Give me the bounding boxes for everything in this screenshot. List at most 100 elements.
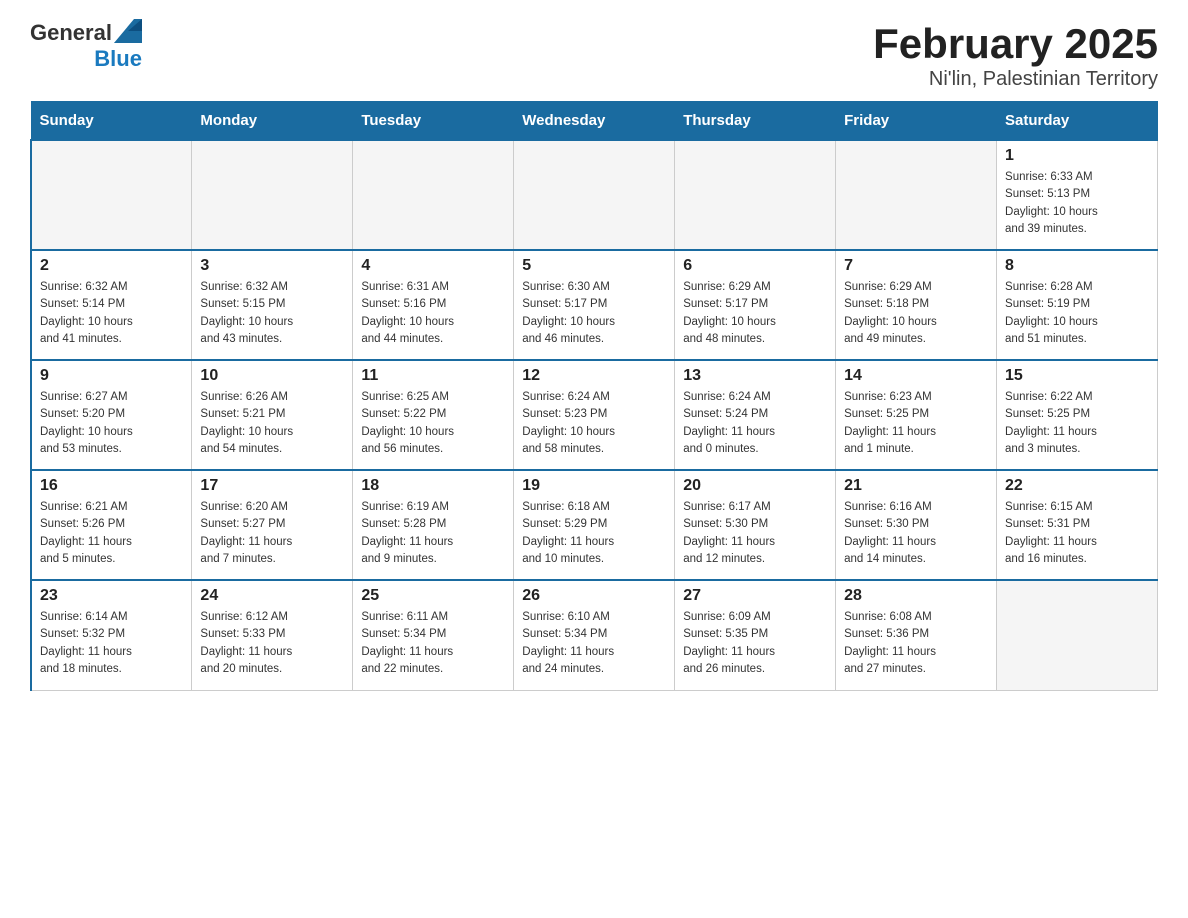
title-area: February 2025 Ni'lin, Palestinian Territ…: [873, 20, 1158, 91]
day-number: 7: [844, 257, 988, 275]
day-number: 16: [40, 477, 183, 495]
calendar-cell: 26 Sunrise: 6:10 AM Sunset: 5:34 PM Dayli…: [514, 580, 675, 690]
calendar-cell: 12 Sunrise: 6:24 AM Sunset: 5:23 PM Dayli…: [514, 360, 675, 470]
day-number: 11: [361, 367, 505, 385]
calendar-cell: [997, 580, 1158, 690]
calendar-cell: 22 Sunrise: 6:15 AM Sunset: 5:31 PM Dayli…: [997, 470, 1158, 580]
day-info: Sunrise: 6:08 AM Sunset: 5:36 PM Dayligh…: [844, 609, 988, 678]
day-number: 18: [361, 477, 505, 495]
calendar-cell: 25 Sunrise: 6:11 AM Sunset: 5:34 PM Dayli…: [353, 580, 514, 690]
day-number: 20: [683, 477, 827, 495]
day-number: 22: [1005, 477, 1149, 495]
day-number: 15: [1005, 367, 1149, 385]
day-number: 2: [40, 257, 183, 275]
day-number: 27: [683, 587, 827, 605]
day-number: 14: [844, 367, 988, 385]
calendar-cell: 9 Sunrise: 6:27 AM Sunset: 5:20 PM Daylig…: [31, 360, 192, 470]
day-info: Sunrise: 6:31 AM Sunset: 5:16 PM Dayligh…: [361, 279, 505, 348]
day-number: 8: [1005, 257, 1149, 275]
day-info: Sunrise: 6:32 AM Sunset: 5:14 PM Dayligh…: [40, 279, 183, 348]
weekday-header-monday: Monday: [192, 102, 353, 141]
day-info: Sunrise: 6:10 AM Sunset: 5:34 PM Dayligh…: [522, 609, 666, 678]
day-number: 21: [844, 477, 988, 495]
calendar-cell: 7 Sunrise: 6:29 AM Sunset: 5:18 PM Daylig…: [836, 250, 997, 360]
day-number: 24: [200, 587, 344, 605]
day-info: Sunrise: 6:12 AM Sunset: 5:33 PM Dayligh…: [200, 609, 344, 678]
day-info: Sunrise: 6:26 AM Sunset: 5:21 PM Dayligh…: [200, 389, 344, 458]
day-info: Sunrise: 6:11 AM Sunset: 5:34 PM Dayligh…: [361, 609, 505, 678]
calendar-cell: 2 Sunrise: 6:32 AM Sunset: 5:14 PM Daylig…: [31, 250, 192, 360]
day-number: 12: [522, 367, 666, 385]
day-info: Sunrise: 6:16 AM Sunset: 5:30 PM Dayligh…: [844, 499, 988, 568]
logo-text-general: General: [30, 20, 112, 46]
calendar-cell: [353, 140, 514, 250]
calendar-cell: [192, 140, 353, 250]
logo-icon: [114, 19, 142, 43]
calendar-cell: 19Sunrise: 6:18 AM Sunset: 5:29 PM Dayli…: [514, 470, 675, 580]
calendar-cell: 20Sunrise: 6:17 AM Sunset: 5:30 PM Dayli…: [675, 470, 836, 580]
calendar-week-row: 16 Sunrise: 6:21 AM Sunset: 5:26 PM Dayli…: [31, 470, 1158, 580]
calendar-week-row: 9 Sunrise: 6:27 AM Sunset: 5:20 PM Daylig…: [31, 360, 1158, 470]
calendar-cell: 3 Sunrise: 6:32 AM Sunset: 5:15 PM Daylig…: [192, 250, 353, 360]
day-info: Sunrise: 6:29 AM Sunset: 5:18 PM Dayligh…: [844, 279, 988, 348]
weekday-header-saturday: Saturday: [997, 102, 1158, 141]
day-number: 19: [522, 477, 666, 495]
calendar-cell: 15 Sunrise: 6:22 AM Sunset: 5:25 PM Dayli…: [997, 360, 1158, 470]
day-number: 13: [683, 367, 827, 385]
day-number: 25: [361, 587, 505, 605]
day-info: Sunrise: 6:22 AM Sunset: 5:25 PM Dayligh…: [1005, 389, 1149, 458]
day-info: Sunrise: 6:28 AM Sunset: 5:19 PM Dayligh…: [1005, 279, 1149, 348]
calendar-table: SundayMondayTuesdayWednesdayThursdayFrid…: [30, 101, 1158, 691]
day-info: Sunrise: 6:27 AM Sunset: 5:20 PM Dayligh…: [40, 389, 183, 458]
day-number: 17: [200, 477, 344, 495]
calendar-cell: 17 Sunrise: 6:20 AM Sunset: 5:27 PM Dayli…: [192, 470, 353, 580]
calendar-week-row: 2 Sunrise: 6:32 AM Sunset: 5:14 PM Daylig…: [31, 250, 1158, 360]
calendar-cell: 8 Sunrise: 6:28 AM Sunset: 5:19 PM Daylig…: [997, 250, 1158, 360]
calendar-week-row: 23 Sunrise: 6:14 AM Sunset: 5:32 PM Dayli…: [31, 580, 1158, 690]
calendar-cell: 6 Sunrise: 6:29 AM Sunset: 5:17 PM Daylig…: [675, 250, 836, 360]
day-info: Sunrise: 6:21 AM Sunset: 5:26 PM Dayligh…: [40, 499, 183, 568]
day-number: 28: [844, 587, 988, 605]
day-number: 5: [522, 257, 666, 275]
day-number: 9: [40, 367, 183, 385]
weekday-header-thursday: Thursday: [675, 102, 836, 141]
logo: General Blue: [30, 20, 142, 72]
calendar-cell: [514, 140, 675, 250]
calendar-cell: [836, 140, 997, 250]
calendar-cell: 11 Sunrise: 6:25 AM Sunset: 5:22 PM Dayli…: [353, 360, 514, 470]
day-number: 3: [200, 257, 344, 275]
calendar-cell: 5Sunrise: 6:30 AM Sunset: 5:17 PM Daylig…: [514, 250, 675, 360]
calendar-cell: 18 Sunrise: 6:19 AM Sunset: 5:28 PM Dayli…: [353, 470, 514, 580]
calendar-cell: 23 Sunrise: 6:14 AM Sunset: 5:32 PM Dayli…: [31, 580, 192, 690]
day-number: 26: [522, 587, 666, 605]
month-title: February 2025: [873, 20, 1158, 68]
weekday-header-wednesday: Wednesday: [514, 102, 675, 141]
weekday-header-tuesday: Tuesday: [353, 102, 514, 141]
day-info: Sunrise: 6:19 AM Sunset: 5:28 PM Dayligh…: [361, 499, 505, 568]
day-number: 4: [361, 257, 505, 275]
day-info: Sunrise: 6:33 AM Sunset: 5:13 PM Dayligh…: [1005, 169, 1149, 238]
day-info: Sunrise: 6:20 AM Sunset: 5:27 PM Dayligh…: [200, 499, 344, 568]
calendar-cell: 24 Sunrise: 6:12 AM Sunset: 5:33 PM Dayli…: [192, 580, 353, 690]
day-info: Sunrise: 6:24 AM Sunset: 5:23 PM Dayligh…: [522, 389, 666, 458]
day-number: 23: [40, 587, 183, 605]
day-info: Sunrise: 6:09 AM Sunset: 5:35 PM Dayligh…: [683, 609, 827, 678]
calendar-cell: 10Sunrise: 6:26 AM Sunset: 5:21 PM Dayli…: [192, 360, 353, 470]
day-info: Sunrise: 6:15 AM Sunset: 5:31 PM Dayligh…: [1005, 499, 1149, 568]
weekday-header-sunday: Sunday: [31, 102, 192, 141]
calendar-cell: 1 Sunrise: 6:33 AM Sunset: 5:13 PM Daylig…: [997, 140, 1158, 250]
day-info: Sunrise: 6:25 AM Sunset: 5:22 PM Dayligh…: [361, 389, 505, 458]
weekday-header-friday: Friday: [836, 102, 997, 141]
day-number: 1: [1005, 147, 1149, 165]
calendar-cell: 16 Sunrise: 6:21 AM Sunset: 5:26 PM Dayli…: [31, 470, 192, 580]
day-info: Sunrise: 6:23 AM Sunset: 5:25 PM Dayligh…: [844, 389, 988, 458]
calendar-cell: 28 Sunrise: 6:08 AM Sunset: 5:36 PM Dayli…: [836, 580, 997, 690]
calendar-week-row: 1 Sunrise: 6:33 AM Sunset: 5:13 PM Daylig…: [31, 140, 1158, 250]
day-info: Sunrise: 6:29 AM Sunset: 5:17 PM Dayligh…: [683, 279, 827, 348]
day-info: Sunrise: 6:24 AM Sunset: 5:24 PM Dayligh…: [683, 389, 827, 458]
logo-text-blue: Blue: [94, 46, 142, 72]
day-number: 6: [683, 257, 827, 275]
day-info: Sunrise: 6:14 AM Sunset: 5:32 PM Dayligh…: [40, 609, 183, 678]
calendar-cell: [31, 140, 192, 250]
day-info: Sunrise: 6:32 AM Sunset: 5:15 PM Dayligh…: [200, 279, 344, 348]
